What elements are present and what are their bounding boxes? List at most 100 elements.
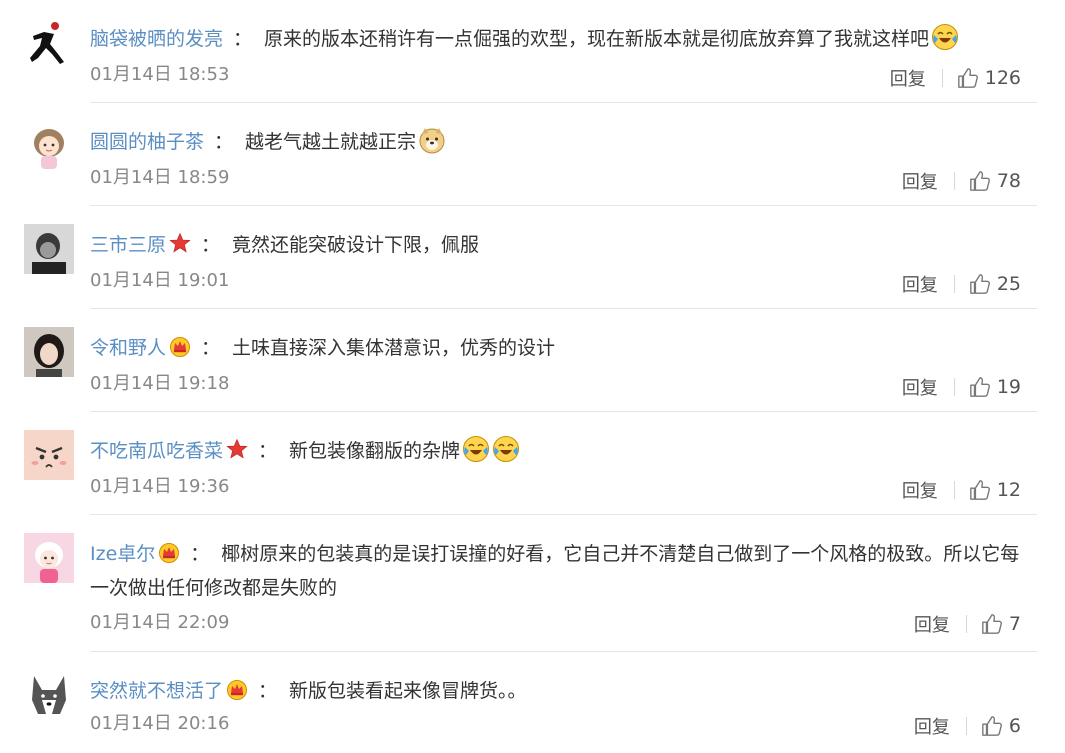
thumbs-up-icon bbox=[981, 613, 1003, 635]
comment-item: Ize卓尔 ：椰树原来的包装真的是误打误撞的好看，它自己并不清楚自己做到了一个风格… bbox=[0, 515, 1065, 652]
username-link[interactable]: 不吃南瓜吃香菜 bbox=[90, 440, 223, 462]
like-count: 25 bbox=[996, 273, 1021, 295]
comment-content: 三市三原 ： 竟然还能突破设计下限，佩服 bbox=[90, 228, 1045, 262]
doge-emoji bbox=[418, 126, 446, 154]
thumbs-up-icon bbox=[957, 67, 979, 89]
comment-text: 新包装像翻版的杂牌 bbox=[289, 440, 461, 462]
avatar-cartoon-girl-icon bbox=[24, 121, 74, 171]
username-link[interactable]: 三市三原 bbox=[90, 234, 166, 256]
avatar[interactable] bbox=[24, 121, 74, 171]
thumbs-up-icon bbox=[969, 376, 991, 398]
action-separator bbox=[953, 481, 955, 499]
comment-item: 令和野人 ： 土味直接深入集体潜意识，优秀的设计 01月14日 19:18 回复 1… bbox=[0, 309, 1065, 412]
avatar-cartoon-girl-icon bbox=[24, 533, 74, 583]
comment-item: 脑袋被晒的发亮 ： 原来的版本还稍许有一点倔强的欢型，现在新版本就是彻底放弃算了我就… bbox=[0, 0, 1065, 103]
like-count: 6 bbox=[1008, 715, 1021, 737]
like-count: 12 bbox=[996, 479, 1021, 501]
action-separator bbox=[965, 615, 967, 633]
avatar[interactable] bbox=[24, 533, 74, 583]
laughing-crying-emoji bbox=[492, 435, 520, 463]
colon: ： bbox=[214, 131, 234, 153]
reply-button[interactable]: 回复 bbox=[902, 374, 938, 400]
comment-content: 突然就不想活了 ： 新版包装看起来像冒牌货。。 bbox=[90, 674, 1045, 708]
comment-actions: 回复 6 bbox=[914, 713, 1021, 739]
avatar-photo-icon bbox=[24, 327, 74, 377]
action-separator bbox=[953, 275, 955, 293]
colon: ： bbox=[258, 440, 278, 462]
thumbs-up-icon bbox=[969, 170, 991, 192]
red-star-icon bbox=[226, 438, 248, 460]
like-count: 19 bbox=[996, 376, 1021, 398]
like-count: 78 bbox=[996, 170, 1021, 192]
comment-text: 土味直接深入集体潜意识，优秀的设计 bbox=[232, 337, 556, 359]
thumbs-up-icon bbox=[981, 715, 1003, 737]
like-button[interactable]: 7 bbox=[981, 613, 1021, 635]
comment-text: 原来的版本还稍许有一点倔强的欢型，现在新版本就是彻底放弃算了我就这样吧 bbox=[264, 28, 930, 50]
comment-time: 01月14日 19:36 bbox=[90, 476, 230, 497]
comment-content: 不吃南瓜吃香菜 ： 新包装像翻版的杂牌 bbox=[90, 434, 1045, 468]
like-count: 126 bbox=[984, 67, 1021, 89]
avatar-wolf-icon bbox=[24, 670, 74, 720]
comment-actions: 回复 12 bbox=[902, 477, 1021, 503]
reply-button[interactable]: 回复 bbox=[902, 271, 938, 297]
crown-icon bbox=[169, 335, 191, 357]
red-star-icon bbox=[169, 232, 191, 254]
comment-content: Ize卓尔 ：椰树原来的包装真的是误打误撞的好看，它自己并不清楚自己做到了一个风格… bbox=[90, 537, 1033, 605]
comment-actions: 回复 25 bbox=[902, 271, 1021, 297]
crown-icon bbox=[158, 541, 180, 563]
like-count: 7 bbox=[1008, 613, 1021, 635]
comment-item: 不吃南瓜吃香菜 ： 新包装像翻版的杂牌 01月14日 19:36 回复 12 bbox=[0, 412, 1065, 515]
comment-content: 圆圆的柚子茶 ： 越老气越土就越正宗 bbox=[90, 125, 1045, 159]
action-separator bbox=[965, 717, 967, 735]
comment-text: 新版包装看起来像冒牌货。。 bbox=[289, 680, 527, 702]
comment-actions: 回复 7 bbox=[914, 611, 1021, 637]
colon: ： bbox=[233, 28, 253, 50]
comment-time: 01月14日 19:18 bbox=[90, 373, 230, 394]
comment-item: 突然就不想活了 ： 新版包装看起来像冒牌货。。 01月14日 20:16 回复 6 bbox=[0, 652, 1065, 753]
avatar[interactable] bbox=[24, 224, 74, 274]
username-link[interactable]: 突然就不想活了 bbox=[90, 680, 223, 702]
laughing-crying-emoji bbox=[462, 435, 490, 463]
action-separator bbox=[941, 69, 943, 87]
action-separator bbox=[953, 172, 955, 190]
reply-button[interactable]: 回复 bbox=[914, 713, 950, 739]
reply-button[interactable]: 回复 bbox=[890, 65, 926, 91]
avatar[interactable] bbox=[24, 18, 74, 68]
comment-time: 01月14日 18:53 bbox=[90, 64, 230, 85]
avatar-photo-icon bbox=[24, 224, 74, 274]
laughing-crying-emoji bbox=[931, 23, 959, 51]
username-link[interactable]: 令和野人 bbox=[90, 337, 166, 359]
comment-actions: 回复 126 bbox=[890, 65, 1021, 91]
username-link[interactable]: 脑袋被晒的发亮 bbox=[90, 28, 223, 50]
comment-item: 三市三原 ： 竟然还能突破设计下限，佩服 01月14日 19:01 回复 25 bbox=[0, 206, 1065, 309]
comment-item: 圆圆的柚子茶 ： 越老气越土就越正宗 01月14日 18:59 回复 78 bbox=[0, 103, 1065, 206]
comment-actions: 回复 19 bbox=[902, 374, 1021, 400]
avatar-angry-face-icon bbox=[24, 430, 74, 480]
like-button[interactable]: 12 bbox=[969, 479, 1021, 501]
colon: ： bbox=[258, 680, 278, 702]
colon: ： bbox=[201, 337, 221, 359]
colon: ： bbox=[201, 234, 221, 256]
thumbs-up-icon bbox=[969, 273, 991, 295]
avatar[interactable] bbox=[24, 327, 74, 377]
comment-list: 脑袋被晒的发亮 ： 原来的版本还稍许有一点倔强的欢型，现在新版本就是彻底放弃算了我就… bbox=[0, 0, 1065, 753]
like-button[interactable]: 25 bbox=[969, 273, 1021, 295]
comment-text: 竟然还能突破设计下限，佩服 bbox=[232, 234, 480, 256]
comment-text: 越老气越土就越正宗 bbox=[245, 131, 417, 153]
like-button[interactable]: 78 bbox=[969, 170, 1021, 192]
reply-button[interactable]: 回复 bbox=[902, 168, 938, 194]
comment-content: 脑袋被晒的发亮 ： 原来的版本还稍许有一点倔强的欢型，现在新版本就是彻底放弃算了我就… bbox=[90, 22, 1045, 56]
username-link[interactable]: Ize卓尔 bbox=[90, 543, 155, 565]
crown-icon bbox=[226, 678, 248, 700]
colon: ： bbox=[190, 543, 210, 565]
avatar[interactable] bbox=[24, 430, 74, 480]
username-link[interactable]: 圆圆的柚子茶 bbox=[90, 131, 204, 153]
comment-text: 椰树原来的包装真的是误打误撞的好看，它自己并不清楚自己做到了一个风格的极致。所以… bbox=[90, 543, 1020, 599]
like-button[interactable]: 19 bbox=[969, 376, 1021, 398]
reply-button[interactable]: 回复 bbox=[902, 477, 938, 503]
avatar[interactable] bbox=[24, 670, 74, 720]
like-button[interactable]: 6 bbox=[981, 715, 1021, 737]
comment-time: 01月14日 22:09 bbox=[90, 612, 230, 633]
reply-button[interactable]: 回复 bbox=[914, 611, 950, 637]
like-button[interactable]: 126 bbox=[957, 67, 1021, 89]
